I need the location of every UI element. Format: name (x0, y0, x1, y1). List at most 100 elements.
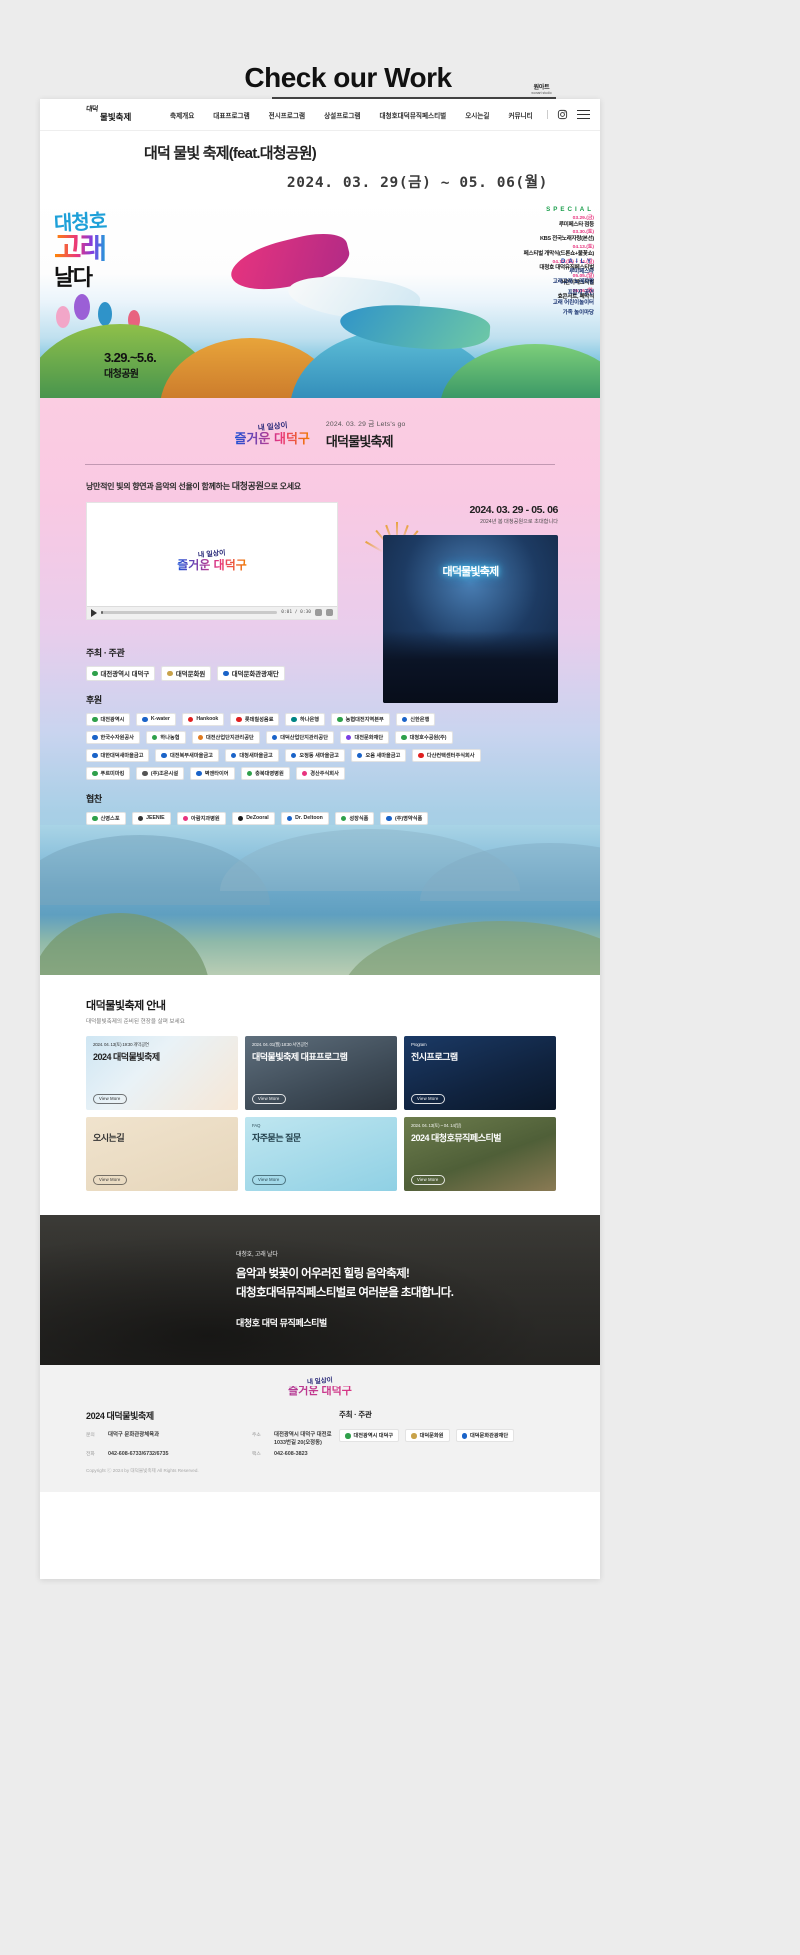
sponsor-logo-mark (142, 716, 148, 722)
card-title: 전시프로그램 (411, 1051, 458, 1062)
sponsor-logo-label: 아람지과병원 (191, 815, 220, 822)
guide-card[interactable]: 2024. 04. 01(월) 18:30 서면공연 대덕물빛축제 대표프로그램… (245, 1035, 397, 1110)
partner-logo-chip[interactable]: DeZooral (231, 811, 275, 825)
music-festival-banner[interactable]: 대청호, 고래 날다 음악과 벚꽃이 어우러진 힐링 음악축제! 대청호대덕뮤직… (40, 1214, 600, 1365)
festival-poster[interactable]: 대청호 고래 날다 3.29.~5.6. 대청공원 SPECIAL 03.29.… (40, 197, 600, 398)
support-logo-chip[interactable]: 한국수자원공사 (86, 730, 140, 744)
site-nav-menu: 축제개요 대표프로그램 전시프로그램 상설프로그램 대청호대덕뮤직페스티벌 오시… (170, 110, 533, 120)
support-logo-chip[interactable]: 대전산업단지관리공단 (191, 730, 260, 744)
video-controls[interactable]: 0:01 / 0:30 (87, 605, 337, 619)
partner-heading: 협찬 (86, 793, 102, 804)
support-logo-chip[interactable]: 푸르미마킹 (86, 766, 131, 780)
footer-host-label: 대덕문화원 (419, 1433, 444, 1440)
support-logo-chip[interactable]: 농협대전지역본부 (331, 712, 390, 726)
sponsor-logo-mark (142, 770, 148, 776)
footer-host-chip[interactable]: 대덕문화관광재단 (455, 1429, 515, 1443)
sponsor-logo-label: 롯데칠성음료 (244, 716, 274, 723)
support-logo-chip[interactable]: 대전북부새마을금고 (155, 748, 219, 762)
nav-item-music-festival[interactable]: 대청호대덕뮤직페스티벌 (379, 110, 446, 120)
support-logo-chip[interactable]: 대청새마을금고 (224, 748, 279, 762)
host-logo-chip[interactable]: 대전광역시 대덕구 (86, 665, 156, 681)
card-more-button[interactable]: View More (93, 1093, 127, 1104)
card-more-button[interactable]: View More (411, 1093, 445, 1104)
poster-venue: 대청공원 (104, 368, 139, 380)
sponsor-logo-mark (197, 734, 204, 740)
nav-item-directions[interactable]: 오시는길 (465, 110, 489, 120)
footer-host-chip[interactable]: 대전광역시 대덕구 (339, 1429, 400, 1443)
fullscreen-icon[interactable] (326, 609, 333, 617)
sponsor-logo-label: (주)조은시설 (150, 770, 179, 777)
support-logo-chip[interactable]: 오음 새마을금고 (350, 748, 407, 762)
support-logo-chip[interactable]: 충북대영병원 (240, 766, 290, 780)
contact-value: 042-608-6733/6732/6735 (108, 1451, 169, 1458)
special-title: 루미페스타 점등 (558, 221, 594, 228)
guide-subheading: 대덕물빛축제의 준비된 현장을 살펴 보세요 (86, 1018, 185, 1025)
support-logo-chip[interactable]: 벽앤타이어 (190, 766, 235, 780)
intro-heading-block: 2024. 03. 29 금 Lets's go 대덕물빛축제 (326, 418, 406, 450)
daedeok-brand-logo: 내 일상이 즐거운 대덕구 (235, 420, 310, 444)
host-logo-label: 대덕문화원 (175, 670, 206, 678)
hamburger-menu-icon[interactable] (577, 110, 590, 119)
sponsor-logo-mark (151, 734, 158, 740)
nav-item-community[interactable]: 커뮤니티 (508, 110, 532, 120)
sponsor-logo-mark (182, 815, 189, 821)
card-eyebrow: FAQ (252, 1122, 261, 1128)
card-more-button[interactable]: View More (411, 1174, 445, 1185)
contact-value: 대덕구 문화관광체육과 (108, 1432, 160, 1439)
support-logo-chip[interactable]: 다산컨택센터주식회사 (412, 748, 481, 762)
support-logo-chip[interactable]: Hankook (181, 712, 225, 726)
support-logo-chip[interactable]: 대청호수공원(주) (395, 730, 453, 744)
promo-night-photo[interactable]: 대덕물빛축제 (383, 534, 558, 703)
daily-item: 고래고래 노래자랑 (552, 279, 594, 286)
support-logo-chip[interactable]: 롯데칠성음료 (230, 712, 280, 726)
video-progress-slider[interactable] (101, 611, 278, 615)
instagram-icon[interactable] (557, 109, 568, 120)
support-logo-chip[interactable]: 대한대덕새마을금고 (86, 748, 150, 762)
nav-item-overview[interactable]: 축제개요 (170, 110, 194, 120)
play-icon[interactable] (91, 608, 97, 617)
support-logo-chip[interactable]: 대전문화재단 (339, 730, 390, 744)
support-logo-chip[interactable]: 대전광역시 (86, 712, 131, 726)
volume-icon[interactable] (315, 609, 322, 617)
partner-logo-chip[interactable]: (주)명약식품 (380, 811, 429, 825)
guide-card[interactable]: 2024. 04. 13(토) ~ 04. 14(일) 2024 대청호뮤직페스… (404, 1116, 556, 1191)
partner-logo-chip[interactable]: 아람지과병원 (176, 811, 226, 825)
sponsor-logo-mark (337, 716, 343, 722)
card-more-button[interactable]: View More (252, 1174, 286, 1185)
support-logo-chip[interactable]: 오정동 새마을금고 (284, 748, 345, 762)
sponsor-logo-mark (230, 752, 237, 758)
card-more-button[interactable]: View More (252, 1093, 286, 1104)
guide-card[interactable]: 2024. 04. 13(토) 19:30 개막공연 2024 대덕물빛축제 V… (86, 1035, 238, 1110)
guide-card[interactable]: 오시는길 View More (86, 1116, 238, 1191)
support-logo-chip[interactable]: 하나은행 (285, 712, 326, 726)
guide-card[interactable]: FAQ 자주묻는 질문 View More (245, 1116, 397, 1191)
promo-video-player[interactable]: 내 일상이 즐거운 대덕구 0:01 / 0:30 (86, 501, 338, 620)
sponsor-logo-mark (356, 752, 363, 758)
partner-logo-chip[interactable]: JEENIE (131, 811, 171, 825)
partner-logo-chip[interactable]: 성장식품 (334, 811, 375, 825)
guide-card[interactable]: Program 전시프로그램 View More (404, 1035, 556, 1110)
card-title: 대덕물빛축제 대표프로그램 (252, 1051, 348, 1062)
support-logo-chip[interactable]: K-water (136, 712, 176, 726)
nav-item-main-program[interactable]: 대표프로그램 (213, 110, 249, 120)
support-logo-chip[interactable]: 신한은행 (395, 712, 436, 726)
support-logo-chip[interactable]: (주)조은시설 (136, 766, 185, 780)
support-logo-chip[interactable]: 하나농협 (145, 730, 186, 744)
footer-host-chip[interactable]: 대덕문화원 (405, 1429, 450, 1443)
page-root: Check our Work 원아트 wonart studio 대덕 물빛축제… (0, 0, 800, 1955)
host-logo-chip[interactable]: 대덕문화원 (161, 665, 212, 681)
support-logo-chip[interactable]: 경산주식회사 (295, 766, 345, 780)
site-logo[interactable]: 대덕 물빛축제 (86, 106, 148, 124)
nav-item-permanent-program[interactable]: 상설프로그램 (324, 110, 360, 120)
schedule-special-heading: SPECIAL (546, 205, 594, 213)
nav-item-exhibition-program[interactable]: 전시프로그램 (269, 110, 305, 120)
footer-contact-grid: 문의 대덕구 문화관광체육과 주소 대전광역시 대덕구 대전로 1033번길 2… (86, 1430, 339, 1457)
support-logo-chip[interactable]: 대덕산업단지관리공단 (265, 730, 334, 744)
card-eyebrow: 2024. 04. 13(토) 19:30 개막공연 (93, 1041, 149, 1047)
card-more-button[interactable]: View More (93, 1174, 127, 1185)
site-footer: 내 일상이 즐거운 대덕구 2024 대덕물빛축제 문의 대덕구 문화관광체육과… (40, 1364, 600, 1493)
footer-host-label: 대전광역시 대덕구 (353, 1433, 394, 1440)
host-logo-chip[interactable]: 대덕문화관광재단 (217, 665, 285, 681)
partner-logo-chip[interactable]: Dr. Deltoon (280, 811, 329, 825)
partner-logo-chip[interactable]: 신영스포 (86, 811, 126, 825)
